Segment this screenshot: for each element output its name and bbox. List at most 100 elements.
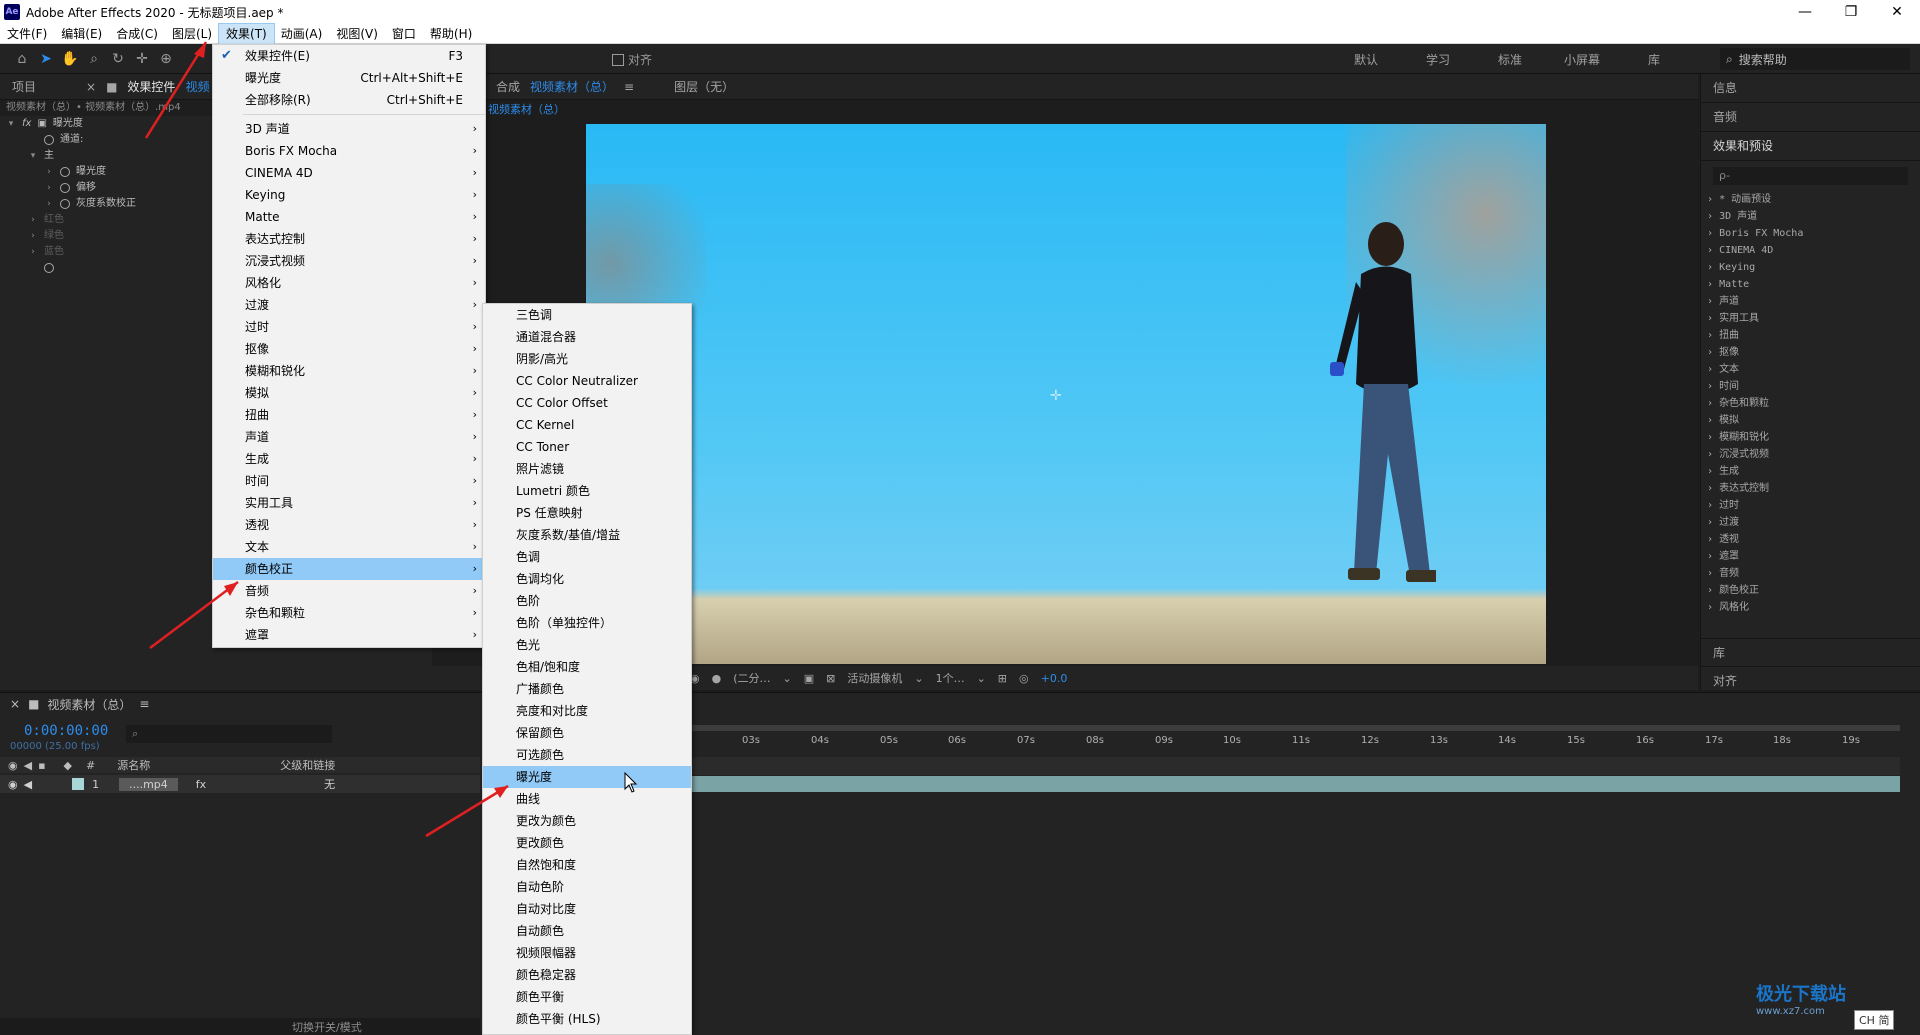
menu-item-category[interactable]: Boris FX Mocha › bbox=[213, 140, 485, 162]
channel-icon[interactable]: ● bbox=[712, 672, 722, 685]
label-icon[interactable]: ◆ bbox=[64, 759, 72, 772]
menu-item-category[interactable]: Keying › bbox=[213, 184, 485, 206]
list-item[interactable]: › 音频 bbox=[1701, 565, 1920, 582]
chevron-down-icon[interactable]: ▾ bbox=[28, 148, 38, 164]
minimize-icon[interactable]: — bbox=[1782, 4, 1828, 20]
comp-flowchart-tab[interactable]: 视频素材（总） bbox=[432, 100, 1698, 120]
menu-item-category[interactable]: 过时 › bbox=[213, 316, 485, 338]
submenu-item[interactable]: 色调 bbox=[483, 546, 691, 568]
menu-view[interactable]: 视图(V) bbox=[329, 24, 385, 44]
list-item[interactable]: › 颜色校正 bbox=[1701, 582, 1920, 599]
lock-icon[interactable]: ■ bbox=[106, 80, 117, 94]
parent-dropdown[interactable]: 无 bbox=[324, 776, 335, 792]
menu-item-category[interactable]: 表达式控制 › bbox=[213, 228, 485, 250]
submenu-item[interactable]: 曝光度 bbox=[483, 766, 691, 788]
submenu-item[interactable]: 颜色平衡 (HLS) bbox=[483, 1008, 691, 1030]
list-item[interactable]: › 沉浸式视频 bbox=[1701, 446, 1920, 463]
chevron-down-icon[interactable]: ⌄ bbox=[914, 672, 923, 685]
panel-menu-icon[interactable]: ≡ bbox=[139, 697, 149, 711]
chevron-down-icon[interactable]: ⌄ bbox=[783, 672, 792, 685]
menu-item-category[interactable]: 实用工具 › bbox=[213, 492, 485, 514]
layer-name[interactable]: ....mp4 bbox=[119, 777, 178, 791]
list-item[interactable]: › 抠像 bbox=[1701, 344, 1920, 361]
submenu-item[interactable]: 自动对比度 bbox=[483, 898, 691, 920]
timeline-title[interactable]: 视频素材（总） bbox=[47, 696, 131, 713]
submenu-item[interactable]: 视频限幅器 bbox=[483, 942, 691, 964]
tab-composition-prefix[interactable]: 合成 bbox=[496, 78, 520, 95]
list-item[interactable]: › * 动画预设 bbox=[1701, 191, 1920, 208]
list-item[interactable]: › CINEMA 4D bbox=[1701, 242, 1920, 259]
library-panel-tab[interactable]: 库 bbox=[1701, 638, 1920, 667]
audio-icon[interactable]: ◀ bbox=[24, 778, 32, 791]
visibility-icon[interactable]: ◉ bbox=[8, 759, 18, 772]
menu-item[interactable]: 曝光度 Ctrl+Alt+Shift+E bbox=[213, 67, 485, 89]
menu-animation[interactable]: 动画(A) bbox=[274, 24, 330, 44]
menu-item-category[interactable]: 生成 › bbox=[213, 448, 485, 470]
stopwatch-icon[interactable] bbox=[44, 135, 54, 145]
flowchart-icon[interactable]: ⊞ bbox=[998, 672, 1007, 685]
submenu-item[interactable]: 色调均化 bbox=[483, 568, 691, 590]
submenu-item[interactable]: 阴影/高光 bbox=[483, 348, 691, 370]
restore-icon[interactable]: ❐ bbox=[1828, 4, 1874, 20]
menu-item-category[interactable]: CINEMA 4D › bbox=[213, 162, 485, 184]
menu-item-category[interactable]: 扭曲 › bbox=[213, 404, 485, 426]
info-panel-tab[interactable]: 信息 bbox=[1701, 74, 1920, 103]
submenu-item[interactable]: CC Kernel bbox=[483, 414, 691, 436]
stopwatch-icon[interactable] bbox=[44, 263, 54, 273]
submenu-item[interactable]: 自然饱和度 bbox=[483, 854, 691, 876]
menu-file[interactable]: 文件(F) bbox=[0, 24, 54, 44]
menu-help[interactable]: 帮助(H) bbox=[423, 24, 479, 44]
submenu-item[interactable]: 灰度系数/基值/增益 bbox=[483, 524, 691, 546]
effects-search-input[interactable]: ρ- bbox=[1713, 167, 1908, 185]
menu-item-category[interactable]: 音频 › bbox=[213, 580, 485, 602]
list-item[interactable]: › 过时 bbox=[1701, 497, 1920, 514]
exposure-value[interactable]: +0.0 bbox=[1041, 672, 1068, 685]
audio-panel-tab[interactable]: 音频 bbox=[1701, 103, 1920, 132]
submenu-item[interactable]: 保留颜色 bbox=[483, 722, 691, 744]
list-item[interactable]: › Matte bbox=[1701, 276, 1920, 293]
menu-item-category[interactable]: 声道 › bbox=[213, 426, 485, 448]
workspace-standard[interactable]: 标准 bbox=[1474, 51, 1546, 68]
snap-toggle[interactable]: 对齐 bbox=[612, 51, 652, 68]
home-icon[interactable]: ⌂ bbox=[10, 47, 34, 71]
menu-item[interactable]: ✔ 效果控件(E) F3 bbox=[213, 45, 485, 67]
workspace-default[interactable]: 默认 bbox=[1330, 51, 1402, 68]
list-item[interactable]: › 文本 bbox=[1701, 361, 1920, 378]
close-icon[interactable]: × bbox=[86, 80, 96, 94]
source-name-header[interactable]: 源名称 bbox=[117, 757, 150, 773]
workspace-small-screen[interactable]: 小屏幕 bbox=[1546, 51, 1618, 68]
submenu-item[interactable]: 自动颜色 bbox=[483, 920, 691, 942]
camera-dropdown[interactable]: 活动摄像机 bbox=[847, 670, 902, 686]
zoom-tool-icon[interactable]: ⌕ bbox=[82, 47, 106, 71]
list-item[interactable]: › 模糊和锐化 bbox=[1701, 429, 1920, 446]
submenu-item[interactable]: CC Toner bbox=[483, 436, 691, 458]
chevron-right-icon[interactable]: › bbox=[44, 180, 54, 196]
menu-item[interactable]: 全部移除(R) Ctrl+Shift+E bbox=[213, 89, 485, 111]
panel-menu-icon[interactable]: ≡ bbox=[624, 80, 634, 94]
time-ruler[interactable]: 03s 04s 05s 06s 07s 08s 09s 10s 11s 12s 13s 14s 15s 1… bbox=[690, 725, 1900, 753]
label-color-swatch[interactable] bbox=[72, 778, 85, 790]
composition-viewer[interactable]: ✛ bbox=[586, 124, 1546, 664]
effects-presets-tab[interactable]: 效果和预设 bbox=[1701, 132, 1920, 161]
reset-exposure-icon[interactable]: ◎ bbox=[1019, 672, 1029, 685]
list-item[interactable]: › 实用工具 bbox=[1701, 310, 1920, 327]
stopwatch-icon[interactable] bbox=[60, 199, 70, 209]
submenu-item[interactable]: 颜色稳定器 bbox=[483, 964, 691, 986]
submenu-item[interactable]: 可选颜色 bbox=[483, 744, 691, 766]
tab-layer[interactable]: 图层（无） bbox=[674, 78, 734, 95]
submenu-item[interactable]: CC Color Neutralizer bbox=[483, 370, 691, 392]
submenu-item[interactable]: 照片滤镜 bbox=[483, 458, 691, 480]
chevron-down-icon[interactable]: ⌄ bbox=[977, 672, 986, 685]
workspace-learn[interactable]: 学习 bbox=[1402, 51, 1474, 68]
toggle-switches-modes[interactable]: 切换开关/模式 bbox=[292, 1019, 362, 1035]
list-item[interactable]: › 3D 声道 bbox=[1701, 208, 1920, 225]
fx-icon[interactable]: fx bbox=[22, 116, 31, 132]
tab-project[interactable]: 项目 bbox=[12, 78, 36, 95]
menu-item-category[interactable]: 风格化 › bbox=[213, 272, 485, 294]
stopwatch-icon[interactable] bbox=[60, 167, 70, 177]
table-row[interactable]: ◉ ◀ 1 ....mp4 fx 无 bbox=[0, 775, 480, 793]
stopwatch-icon[interactable] bbox=[60, 183, 70, 193]
help-search[interactable]: ⌕ 搜索帮助 bbox=[1720, 48, 1910, 70]
list-item[interactable]: › 遮罩 bbox=[1701, 548, 1920, 565]
resolution-dropdown[interactable]: (二分… bbox=[733, 670, 770, 686]
